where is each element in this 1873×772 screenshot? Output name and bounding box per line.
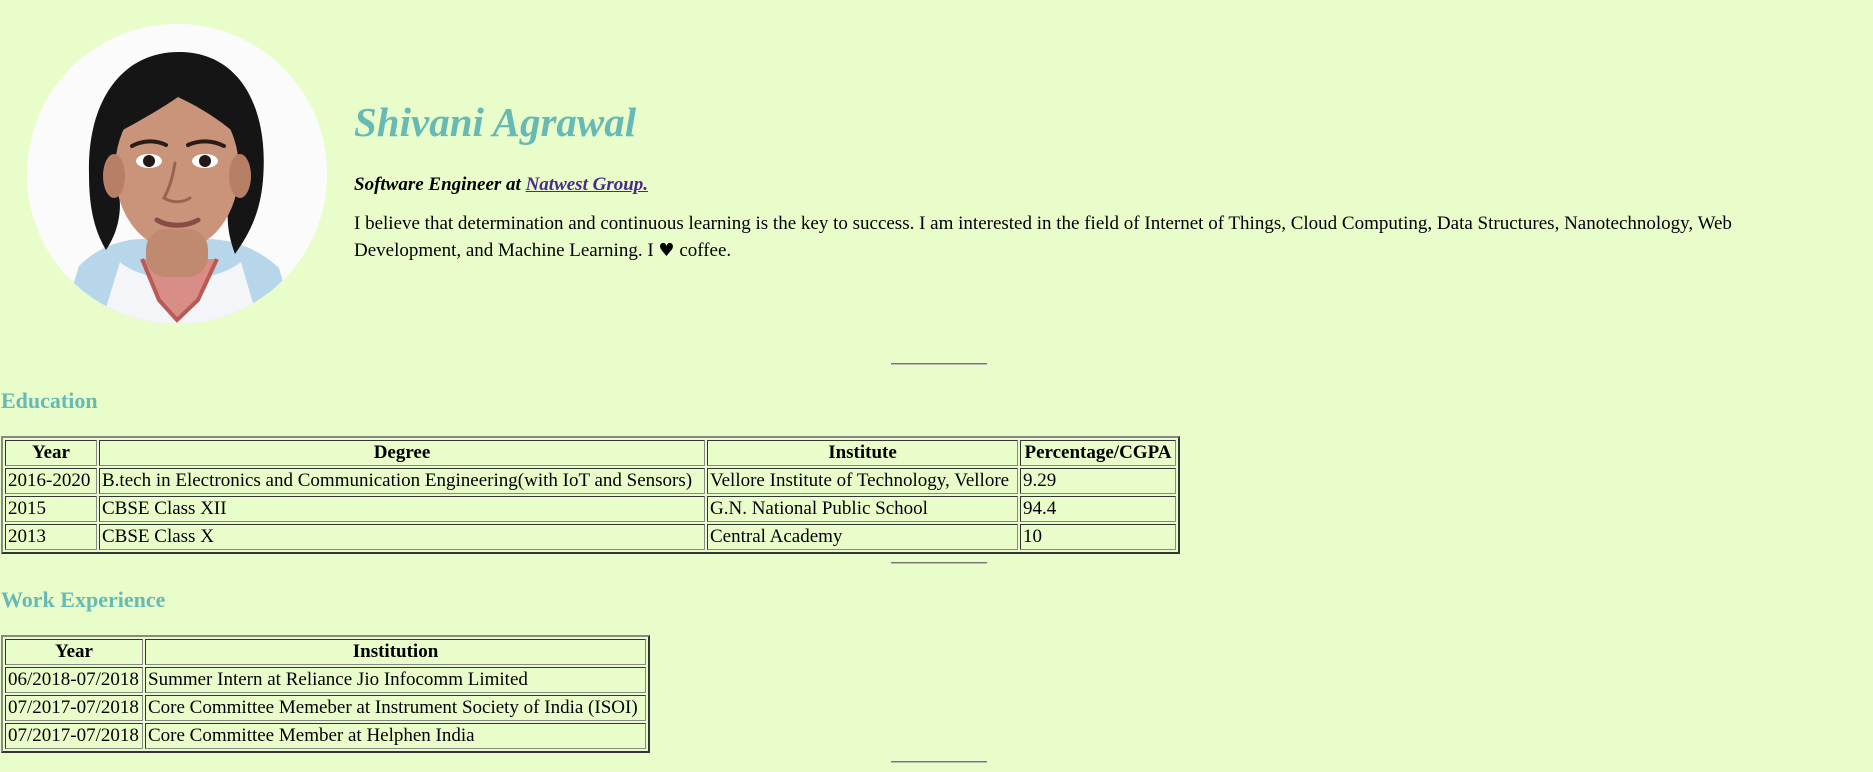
work-experience-heading: Work Experience	[1, 587, 166, 612]
table-header-row: Year Degree Institute Percentage/CGPA	[5, 440, 1176, 466]
table-cell: 07/2017-07/2018	[5, 695, 143, 721]
table-cell: B.tech in Electronics and Communication …	[99, 468, 705, 494]
column-header: Institute	[707, 440, 1018, 466]
table-cell: 07/2017-07/2018	[5, 723, 143, 749]
table-cell: 2016-2020	[5, 468, 97, 494]
job-title-text: Software Engineer at	[354, 174, 521, 195]
column-header: Degree	[99, 440, 705, 466]
profile-photo	[27, 24, 327, 324]
table-row: 07/2017-07/2018 Core Committee Member at…	[5, 723, 646, 749]
table-cell: G.N. National Public School	[707, 496, 1018, 522]
table-row: 06/2018-07/2018 Summer Intern at Relianc…	[5, 667, 646, 693]
table-row: 2015 CBSE Class XII G.N. National Public…	[5, 496, 1176, 522]
table-cell: CBSE Class XII	[99, 496, 705, 522]
column-header: Percentage/CGPA	[1020, 440, 1176, 466]
table-cell: 2013	[5, 524, 97, 550]
column-header: Year	[5, 440, 97, 466]
table-cell: 9.29	[1020, 468, 1176, 494]
divider	[891, 562, 987, 564]
bio-paragraph: I believe that determination and continu…	[354, 210, 1749, 264]
divider	[891, 761, 987, 763]
table-cell: Summer Intern at Reliance Jio Infocomm L…	[145, 667, 646, 693]
company-link[interactable]: Natwest Group.	[526, 174, 648, 195]
divider	[891, 363, 987, 365]
column-header: Year	[5, 639, 143, 665]
table-row: 2016-2020 B.tech in Electronics and Comm…	[5, 468, 1176, 494]
table-cell: 10	[1020, 524, 1176, 550]
table-header-row: Year Institution	[5, 639, 646, 665]
heart-icon: ♥	[658, 240, 675, 261]
work-experience-table: Year Institution 06/2018-07/2018 Summer …	[1, 635, 650, 753]
bio-suffix: coffee.	[679, 240, 732, 261]
profile-name: Shivani Agrawal	[354, 99, 637, 145]
intro-section: Shivani Agrawal Software Engineer at Nat…	[354, 90, 1754, 264]
bio-text: I believe that determination and continu…	[354, 213, 1732, 261]
table-cell: Core Committee Member at Helphen India	[145, 723, 646, 749]
table-cell: 06/2018-07/2018	[5, 667, 143, 693]
table-row: 07/2017-07/2018 Core Committee Memeber a…	[5, 695, 646, 721]
table-cell: Vellore Institute of Technology, Vellore	[707, 468, 1018, 494]
table-cell: Core Committee Memeber at Instrument Soc…	[145, 695, 646, 721]
education-table: Year Degree Institute Percentage/CGPA 20…	[1, 436, 1180, 554]
column-header: Institution	[145, 639, 646, 665]
table-cell: Central Academy	[707, 524, 1018, 550]
table-row: 2013 CBSE Class X Central Academy 10	[5, 524, 1176, 550]
table-cell: 94.4	[1020, 496, 1176, 522]
education-heading: Education	[1, 388, 98, 413]
job-title: Software Engineer at Natwest Group.	[354, 170, 1754, 200]
table-cell: CBSE Class X	[99, 524, 705, 550]
table-cell: 2015	[5, 496, 97, 522]
